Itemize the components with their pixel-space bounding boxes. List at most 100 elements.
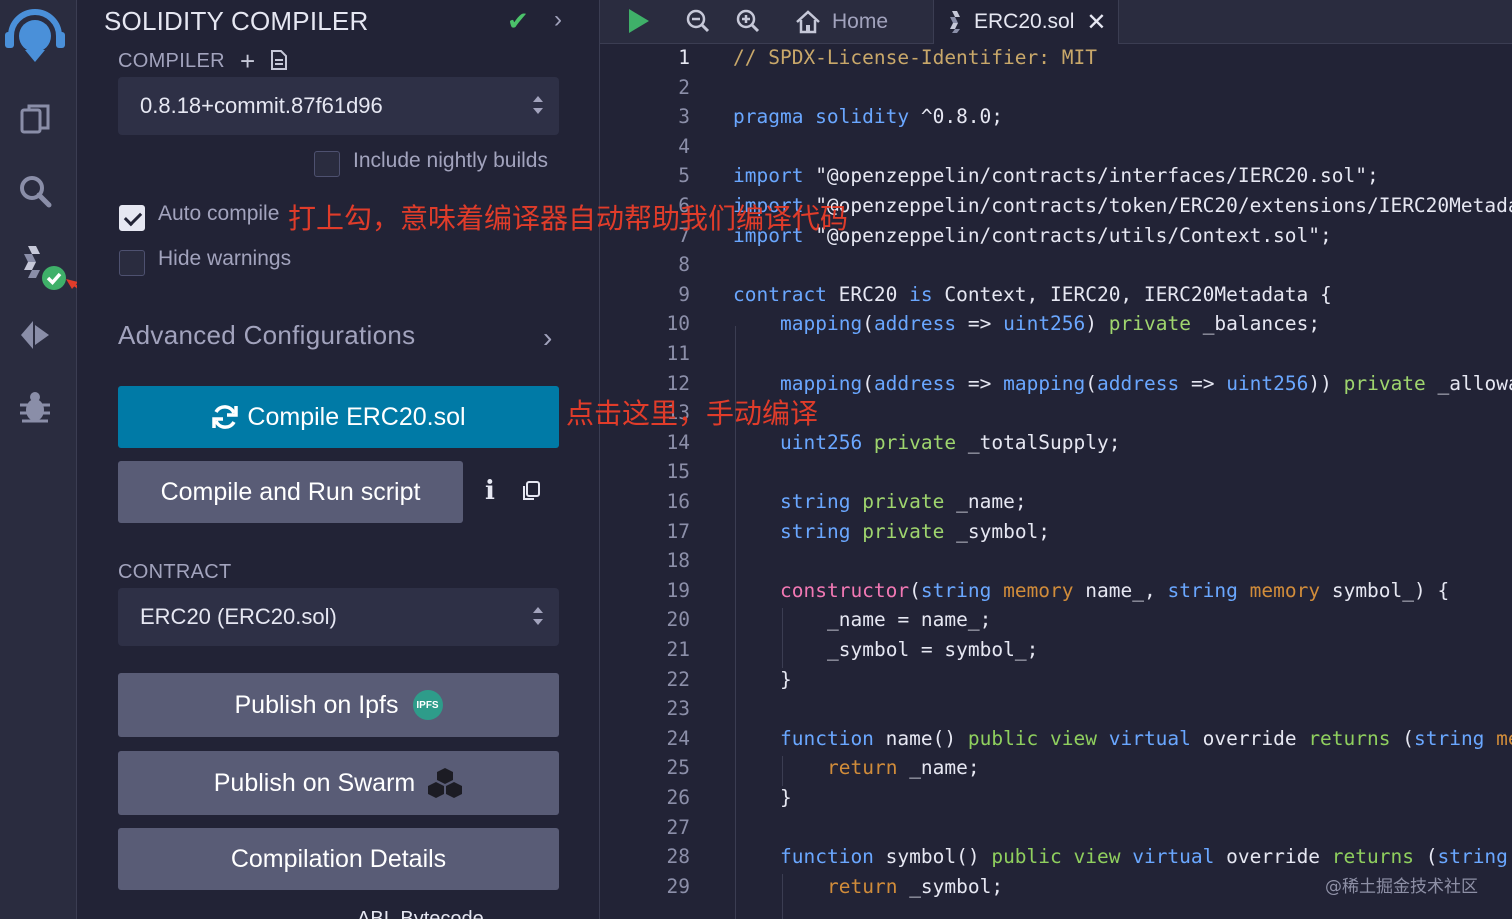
- publish-ipfs-label: Publish on Ipfs: [234, 690, 399, 719]
- code-token: contract: [733, 282, 827, 306]
- contract-select[interactable]: ERC20 (ERC20.sol): [118, 588, 559, 646]
- code-token: }: [780, 667, 792, 691]
- publish-swarm-button[interactable]: Publish on Swarm: [118, 751, 559, 815]
- code-text: import "@openzeppelin/contracts/token/ER…: [733, 194, 1512, 217]
- code-token: =>: [1179, 371, 1227, 395]
- code-token: private: [850, 490, 945, 513]
- compiler-version-select[interactable]: 0.8.18+commit.87f61d96: [118, 77, 559, 135]
- deploy-run-icon[interactable]: [14, 314, 56, 356]
- code-line[interactable]: 26}: [600, 786, 1512, 816]
- run-script-icon[interactable]: [626, 4, 652, 38]
- code-line[interactable]: 14 uint256 private _totalSupply;: [600, 431, 1512, 461]
- code-token: function: [780, 726, 874, 750]
- copy-icon[interactable]: [521, 480, 541, 502]
- code-token: (: [1413, 845, 1438, 869]
- code-token: // SPDX-License-Identifier: MIT: [733, 46, 1097, 69]
- code-text: // SPDX-License-Identifier: MIT: [733, 46, 1097, 69]
- tab-home-label: Home: [832, 10, 889, 33]
- code-line[interactable]: 28 function symbol() public view virtual …: [600, 845, 1512, 875]
- code-line[interactable]: 27: [600, 816, 1512, 846]
- code-line[interactable]: 15: [600, 460, 1512, 490]
- code-line[interactable]: 22}: [600, 668, 1512, 698]
- code-line[interactable]: 9 contract ERC20 is Context, IERC20, IERC…: [600, 283, 1512, 313]
- code-line[interactable]: 23: [600, 697, 1512, 727]
- code-line[interactable]: 18: [600, 549, 1512, 579]
- code-token: ): [1085, 312, 1109, 336]
- code-line[interactable]: 20 _name = name_;: [600, 608, 1512, 638]
- line-number: 22: [666, 667, 690, 691]
- refresh-icon: [212, 405, 239, 429]
- debugger-icon[interactable]: [14, 386, 56, 428]
- publish-ipfs-button[interactable]: Publish on Ipfs IPFS: [118, 673, 559, 737]
- nightly-builds-label: Include nightly builds: [353, 149, 548, 172]
- chevron-right-icon[interactable]: ›: [554, 6, 562, 34]
- watermark: @稀土掘金技术社区: [1325, 877, 1478, 897]
- code-line[interactable]: 21 _symbol = symbol_;: [600, 638, 1512, 668]
- tab-erc20-sol[interactable]: ERC20.sol ✕: [933, 0, 1119, 44]
- code-line[interactable]: 5 import "@openzeppelin/contracts/interfa…: [600, 164, 1512, 194]
- code-line[interactable]: 25 return _name;: [600, 756, 1512, 786]
- code-line[interactable]: 17 string private _symbol;: [600, 520, 1512, 550]
- close-tab-icon[interactable]: ✕: [1086, 8, 1106, 37]
- zoom-in-icon[interactable]: [736, 4, 760, 38]
- search-icon[interactable]: [14, 170, 56, 212]
- nightly-builds-checkbox[interactable]: [314, 151, 340, 177]
- code-token: (: [1390, 726, 1414, 750]
- code-token: string: [920, 578, 992, 602]
- code-token: ERC20: [826, 282, 910, 306]
- code-text: contract ERC20 is Context, IERC20, IERC2…: [733, 283, 1332, 306]
- chevron-right-icon[interactable]: ›: [543, 322, 552, 354]
- document-icon[interactable]: [270, 49, 288, 71]
- line-number: 4: [678, 134, 690, 158]
- abi-bytecode-links[interactable]: ABI Bytecode: [357, 908, 484, 919]
- code-line[interactable]: 10 mapping(address => uint256) private _b…: [600, 312, 1512, 342]
- code-token: virtual: [1120, 845, 1215, 869]
- code-editor[interactable]: 1// SPDX-License-Identifier: MIT 2 3 pragma…: [600, 46, 1512, 919]
- line-number: 25: [666, 756, 690, 780]
- auto-compile-checkbox[interactable]: [119, 205, 145, 231]
- compile-run-script-button[interactable]: Compile and Run script: [118, 461, 463, 523]
- advanced-config-toggle[interactable]: Advanced Configurations: [118, 320, 415, 351]
- line-number: 3: [678, 105, 690, 129]
- code-token: }: [780, 786, 792, 809]
- auto-compile-label: Auto compile: [158, 202, 280, 225]
- compile-run-script-label: Compile and Run script: [160, 477, 421, 506]
- code-line[interactable]: 1 // SPDX-License-Identifier: MIT: [600, 46, 1512, 76]
- code-token: private: [1343, 371, 1426, 395]
- code-token: symbol(): [873, 845, 992, 869]
- code-token: address: [873, 312, 957, 336]
- compile-button-label: Compile ERC20.sol: [247, 402, 466, 431]
- code-token: "@openzeppelin/contracts/token/ERC20/ext…: [815, 194, 1512, 217]
- code-token: "@openzeppelin/contracts/interfaces/IERC…: [803, 164, 1379, 188]
- line-number: 20: [666, 608, 690, 632]
- swarm-logo-icon: [428, 768, 463, 798]
- code-line[interactable]: 24 function name() public view virtual ov…: [600, 727, 1512, 757]
- code-line[interactable]: 3 pragma solidity ^0.8.0;: [600, 105, 1512, 135]
- code-text: string private _name;: [780, 490, 1027, 513]
- code-line[interactable]: 11: [600, 342, 1512, 372]
- code-text: return _symbol;: [827, 875, 1003, 898]
- line-number: 24: [666, 726, 690, 750]
- remix-logo-icon[interactable]: [0, 6, 70, 66]
- remix-ide: SOLIDITY COMPILER ✔ › COMPILER + 0.8.18+…: [0, 0, 1512, 919]
- compile-annotation: 点击这里，手动编译: [566, 397, 819, 430]
- code-line[interactable]: 16 string private _name;: [600, 490, 1512, 520]
- zoom-out-icon[interactable]: [686, 4, 710, 38]
- compilation-details-button[interactable]: Compilation Details: [118, 828, 559, 890]
- code-line[interactable]: 2: [600, 76, 1512, 106]
- code-line[interactable]: 8: [600, 253, 1512, 283]
- code-token: address: [1097, 371, 1180, 395]
- publish-swarm-label: Publish on Swarm: [213, 768, 416, 797]
- line-number: 29: [666, 874, 690, 898]
- compile-button[interactable]: Compile ERC20.sol: [118, 386, 559, 448]
- add-compiler-icon[interactable]: +: [240, 46, 255, 77]
- code-line[interactable]: 19 constructor(string memory name_, strin…: [600, 579, 1512, 609]
- file-explorer-icon[interactable]: [14, 98, 56, 140]
- hide-warnings-checkbox[interactable]: [119, 250, 145, 276]
- info-icon[interactable]: i: [485, 476, 495, 506]
- code-line[interactable]: 4: [600, 135, 1512, 165]
- tab-home[interactable]: Home: [784, 0, 932, 44]
- line-number: 26: [666, 786, 690, 809]
- line-number: 17: [666, 519, 690, 543]
- line-number: 15: [666, 460, 690, 484]
